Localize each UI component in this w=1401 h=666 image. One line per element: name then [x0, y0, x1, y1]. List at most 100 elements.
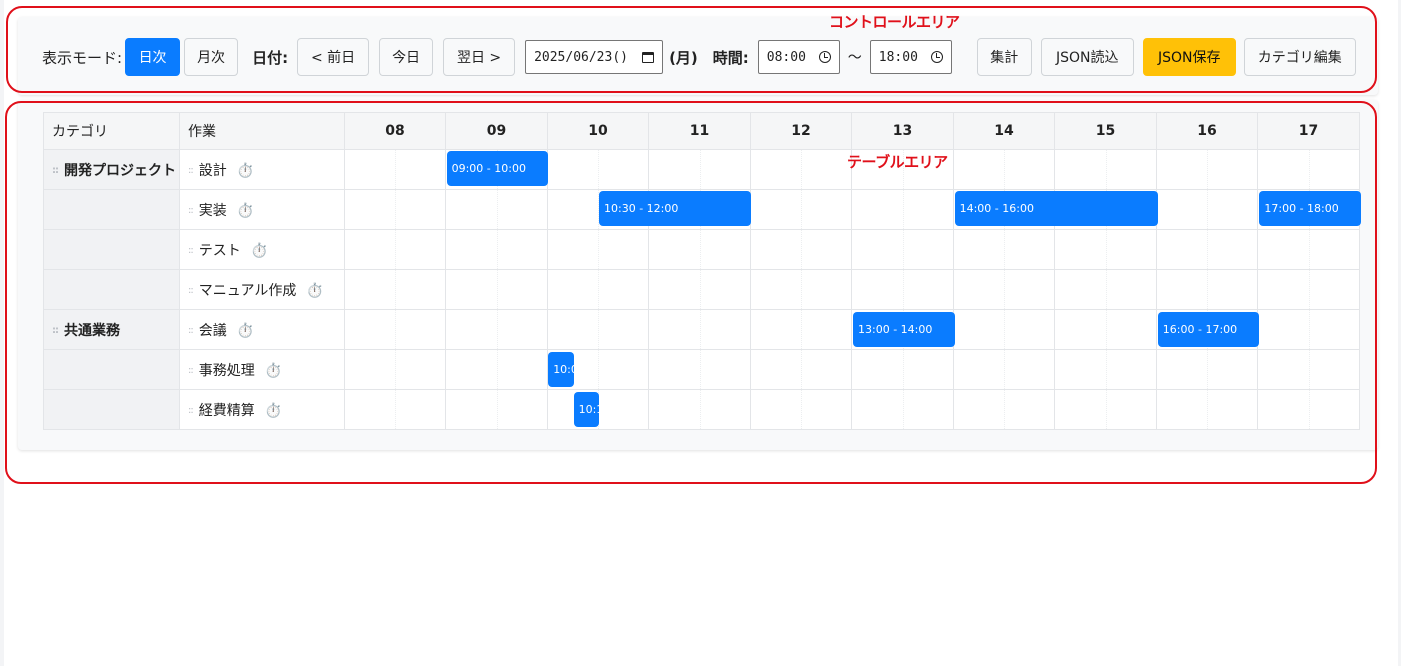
time-slot[interactable]	[953, 149, 1055, 190]
time-slot[interactable]	[851, 229, 954, 270]
stopwatch-icon[interactable]: ⏱️	[237, 323, 254, 339]
time-slot[interactable]	[1156, 389, 1258, 430]
stopwatch-icon[interactable]: ⏱️	[306, 283, 323, 299]
stopwatch-icon[interactable]: ⏱️	[265, 363, 282, 379]
time-slot[interactable]	[648, 349, 751, 390]
end-time-input[interactable]: 18:00	[869, 40, 952, 74]
time-slot[interactable]	[851, 269, 954, 310]
hour-header: 16	[1156, 112, 1258, 150]
time-entry-block[interactable]: 13:00 - 14:00	[853, 311, 955, 347]
today-button[interactable]: 今日	[379, 38, 434, 76]
time-slot[interactable]	[851, 189, 954, 230]
time-slot[interactable]	[344, 189, 446, 230]
stopwatch-icon[interactable]: ⏱️	[237, 163, 254, 179]
stopwatch-icon[interactable]: ⏱️	[237, 203, 254, 219]
time-slot[interactable]	[1054, 149, 1157, 190]
date-input[interactable]: 2025/06/23()	[525, 40, 664, 74]
time-slot[interactable]	[1054, 229, 1157, 270]
time-slot[interactable]	[750, 149, 852, 190]
drag-handle-icon[interactable]: ::	[188, 405, 194, 416]
time-slot[interactable]	[1054, 269, 1157, 310]
time-slot[interactable]	[750, 309, 852, 350]
clock-icon[interactable]	[818, 51, 831, 63]
time-entry-block[interactable]: 10:0	[548, 352, 574, 387]
time-entry-block[interactable]: 14:00 - 16:00	[954, 191, 1158, 227]
time-slot[interactable]	[1156, 189, 1258, 230]
time-slot[interactable]	[750, 189, 852, 230]
time-slot[interactable]	[445, 269, 548, 310]
drag-handle-icon[interactable]: ::	[52, 325, 59, 336]
time-slot[interactable]	[344, 229, 446, 270]
time-slot[interactable]	[547, 269, 649, 310]
next-day-button[interactable]: 翌日 >	[443, 38, 516, 76]
time-slot[interactable]	[648, 269, 751, 310]
time-slot[interactable]	[445, 309, 548, 350]
summary-button[interactable]: 集計	[976, 38, 1032, 76]
time-slot[interactable]	[648, 309, 751, 350]
time-slot[interactable]	[953, 309, 1055, 350]
time-slot[interactable]	[1257, 389, 1360, 430]
time-slot[interactable]	[1054, 309, 1157, 350]
time-entry-block[interactable]: 17:00 - 18:00	[1259, 191, 1361, 227]
time-slot[interactable]	[1156, 149, 1258, 190]
time-slot[interactable]	[1257, 149, 1360, 190]
stopwatch-icon[interactable]: ⏱️	[251, 243, 268, 259]
time-entry-block[interactable]: 16:00 - 17:00	[1157, 311, 1260, 347]
time-slot[interactable]	[1257, 269, 1360, 310]
time-slot[interactable]	[344, 309, 446, 350]
time-slot[interactable]	[445, 389, 548, 430]
time-slot[interactable]	[547, 309, 649, 350]
time-slot[interactable]	[1257, 349, 1360, 390]
clock-icon[interactable]	[930, 51, 943, 63]
time-slot[interactable]	[750, 389, 852, 430]
calendar-icon[interactable]	[642, 51, 655, 63]
time-slot[interactable]	[851, 349, 954, 390]
time-slot[interactable]	[445, 349, 548, 390]
category-cell: :: 開発プロジェクト	[43, 149, 180, 190]
time-slot[interactable]	[344, 349, 446, 390]
time-slot[interactable]	[750, 349, 852, 390]
time-slot[interactable]	[953, 349, 1055, 390]
time-slot[interactable]	[1156, 269, 1258, 310]
stopwatch-icon[interactable]: ⏱️	[265, 403, 282, 419]
drag-handle-icon[interactable]: ::	[188, 165, 194, 176]
time-entry-block[interactable]: 09:00 - 10:00	[446, 151, 549, 186]
time-slot[interactable]	[344, 389, 446, 430]
time-slot[interactable]	[1054, 389, 1157, 430]
time-slot[interactable]	[648, 389, 751, 430]
time-slot[interactable]	[1257, 309, 1360, 350]
drag-handle-icon[interactable]: ::	[188, 245, 194, 256]
drag-handle-icon[interactable]: ::	[188, 205, 194, 216]
json-load-button[interactable]: JSON読込	[1040, 38, 1134, 76]
time-slot[interactable]	[851, 389, 954, 430]
time-slot[interactable]	[1156, 229, 1258, 270]
time-entry-block[interactable]: 10:30 - 12:00	[599, 191, 752, 227]
time-slot[interactable]	[547, 149, 649, 190]
time-slot[interactable]	[750, 269, 852, 310]
json-save-button[interactable]: JSON保存	[1142, 38, 1236, 76]
daily-mode-button[interactable]: 日次	[125, 38, 181, 76]
time-slot[interactable]	[1054, 349, 1157, 390]
prev-day-button[interactable]: < 前日	[297, 38, 370, 76]
time-slot[interactable]	[445, 189, 548, 230]
monthly-mode-button[interactable]: 月次	[184, 38, 239, 76]
time-slot[interactable]	[648, 149, 751, 190]
drag-handle-icon[interactable]: ::	[188, 325, 194, 336]
time-slot[interactable]	[344, 149, 446, 190]
drag-handle-icon[interactable]: ::	[52, 165, 59, 176]
time-entry-block[interactable]: 10:1	[573, 392, 599, 428]
time-slot[interactable]	[648, 229, 751, 270]
start-time-input[interactable]: 08:00	[757, 40, 840, 74]
time-slot[interactable]	[953, 269, 1055, 310]
time-slot[interactable]	[953, 389, 1055, 430]
time-slot[interactable]	[750, 229, 852, 270]
drag-handle-icon[interactable]: ::	[188, 365, 194, 376]
time-slot[interactable]	[547, 229, 649, 270]
time-slot[interactable]	[344, 269, 446, 310]
time-slot[interactable]	[445, 229, 548, 270]
time-slot[interactable]	[953, 229, 1055, 270]
time-slot[interactable]	[1156, 349, 1258, 390]
drag-handle-icon[interactable]: ::	[188, 285, 194, 296]
time-slot[interactable]	[1257, 229, 1360, 270]
category-edit-button[interactable]: カテゴリ編集	[1243, 38, 1356, 76]
